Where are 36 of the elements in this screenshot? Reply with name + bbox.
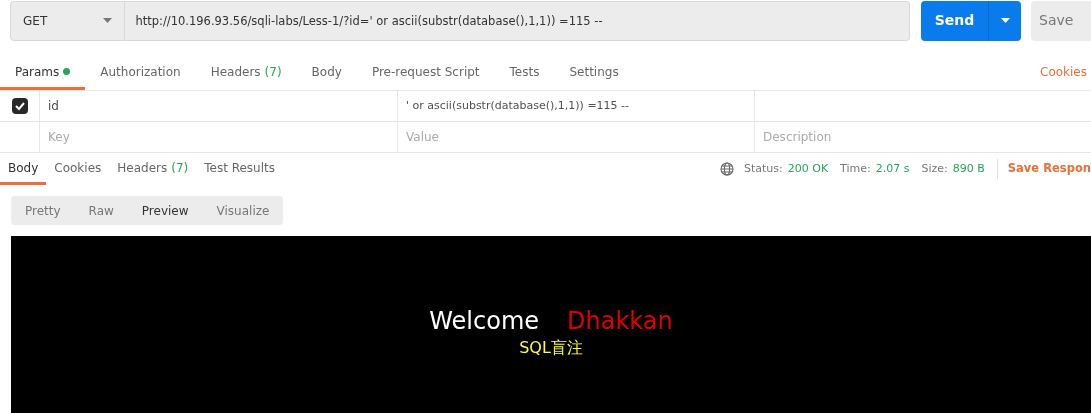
status-value: 2.07 s	[875, 160, 910, 177]
request-tab[interactable]: Body	[296, 56, 357, 90]
caret-icon	[103, 18, 113, 23]
status-value: 200 OK	[787, 160, 829, 177]
response-tab[interactable]: Cookies	[46, 153, 110, 185]
save-button[interactable]: Save	[1031, 0, 1091, 41]
response-tab[interactable]: Test Results	[196, 153, 283, 185]
request-tab[interactable]: Params	[0, 56, 86, 90]
save-response-link[interactable]: Save Respon	[1007, 160, 1091, 178]
status-label: Time:	[840, 160, 871, 177]
method-label: GET	[23, 12, 48, 30]
welcome-text: Welcome	[429, 306, 540, 336]
response-tab[interactable]: Headers (7)	[109, 153, 197, 185]
request-tab[interactable]: Settings	[554, 56, 634, 90]
globe-icon[interactable]	[719, 162, 734, 176]
format-tab[interactable]: Pretty	[11, 196, 75, 225]
method-select[interactable]: GET	[10, 0, 126, 41]
format-tab[interactable]: Preview	[127, 196, 203, 225]
status-label: Size:	[921, 160, 948, 177]
format-tab[interactable]: Visualize	[202, 196, 284, 225]
request-tab[interactable]: Pre-request Script	[356, 56, 495, 90]
request-tab[interactable]: Headers (7)	[195, 56, 297, 90]
request-tab[interactable]: Authorization	[85, 56, 196, 90]
param-checkbox[interactable]	[11, 98, 28, 114]
name-text: Dhakkan	[567, 306, 673, 336]
status-label: Status:	[743, 160, 783, 177]
caret-icon	[1000, 18, 1010, 23]
cookies-link[interactable]: Cookies	[1040, 63, 1091, 90]
format-tab[interactable]: Raw	[74, 196, 128, 225]
subtitle-text: SQL盲注	[519, 337, 583, 359]
url-field[interactable]: http://10.196.93.56/sqli-labs/Less-1/?id=' or ascii(substr(database(),1,1)) =115 --	[125, 0, 910, 41]
param-value: ' or ascii(substr(database(),1,1)) =115 --	[406, 97, 630, 114]
param-key: id	[48, 97, 59, 115]
response-tab[interactable]: Body	[0, 153, 47, 185]
request-tab[interactable]: Tests	[494, 56, 555, 90]
status-value: 890 B	[952, 160, 985, 177]
